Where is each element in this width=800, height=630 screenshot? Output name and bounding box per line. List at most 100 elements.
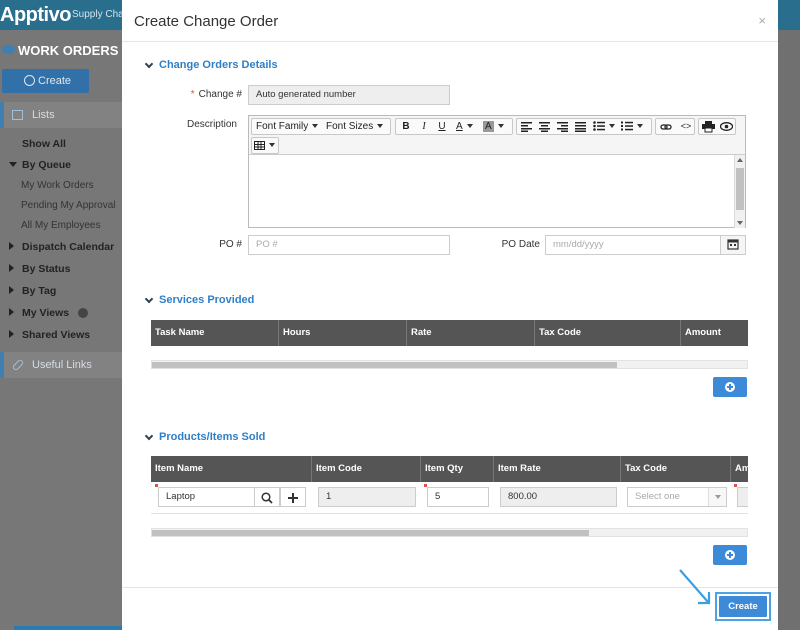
scrollbar-thumb[interactable] — [152, 362, 617, 368]
cloud-icon — [2, 45, 15, 54]
sidebar-item-my-work-orders[interactable]: My Work Orders — [21, 180, 94, 191]
chevron-right-icon — [9, 286, 14, 294]
amount-field[interactable] — [737, 487, 748, 507]
sidebar-item-shared-views[interactable]: Shared Views — [22, 329, 90, 341]
align-right-icon[interactable] — [557, 122, 569, 137]
calendar-button[interactable] — [720, 235, 746, 255]
view-group — [698, 118, 736, 135]
item-rate-field[interactable]: 800.00 — [500, 487, 617, 507]
bg-color-glyph: A — [483, 121, 494, 132]
sidebar-item-by-tag[interactable]: By Tag — [22, 285, 56, 297]
column-header[interactable]: Tax Code — [535, 320, 681, 346]
column-header[interactable]: Item Qty — [421, 456, 494, 482]
numbered-list-icon — [621, 121, 633, 131]
section-active-bar — [0, 352, 4, 378]
editor-scrollbar[interactable] — [734, 155, 745, 228]
bg-color-button[interactable]: A — [480, 119, 510, 134]
chevron-right-icon — [9, 242, 14, 250]
format-group: B I U A A — [395, 118, 513, 135]
align-justify-icon[interactable] — [575, 122, 587, 137]
select-toggle[interactable] — [708, 488, 726, 506]
caret-down-icon — [466, 124, 473, 129]
column-header[interactable]: Amount — [681, 320, 748, 346]
text-color-button[interactable]: A — [452, 119, 478, 134]
services-horizontal-scrollbar[interactable] — [151, 360, 748, 369]
sidebar-item-by-status[interactable]: By Status — [22, 263, 70, 275]
preview-eye-icon[interactable] — [720, 122, 733, 137]
sidebar-item-my-views[interactable]: My Views — [22, 307, 89, 319]
column-header[interactable]: Item Name — [151, 456, 312, 482]
column-header[interactable]: Am — [731, 456, 750, 482]
insert-group: <> — [655, 118, 695, 135]
sidebar-section-useful-links[interactable]: Useful Links — [0, 352, 122, 378]
change-number-label-text: Change # — [198, 89, 242, 100]
create-button[interactable]: Create — [719, 596, 767, 617]
scrollbar-thumb[interactable] — [736, 168, 744, 210]
item-name-input[interactable]: Laptop — [158, 487, 255, 507]
scroll-down-icon[interactable] — [737, 221, 743, 225]
link-icon[interactable] — [660, 122, 672, 137]
print-icon[interactable] — [702, 121, 715, 136]
sidebar-item-show-all[interactable]: Show All — [22, 138, 66, 150]
calendar-icon — [727, 239, 739, 250]
section-services-provided[interactable]: Services Provided — [144, 294, 254, 306]
app-logo: Apptivo — [0, 4, 71, 26]
products-table-header: Item Name Item Code Item Qty Item Rate T… — [151, 456, 750, 482]
align-center-icon[interactable] — [539, 122, 551, 137]
column-header[interactable]: Item Code — [312, 456, 421, 482]
description-editor[interactable]: Font Family Font Sizes B I U A A <> — [248, 115, 746, 228]
column-header[interactable]: Hours — [279, 320, 407, 346]
change-number-field[interactable]: Auto generated number — [248, 85, 450, 105]
top-nav-tab[interactable]: Supply Cha — [72, 9, 124, 20]
font-size-select[interactable]: Font Sizes — [326, 119, 392, 134]
table-insert-button[interactable] — [254, 138, 278, 153]
chevron-right-icon — [9, 264, 14, 272]
tax-code-select[interactable]: Select one — [627, 487, 727, 507]
bold-button[interactable]: B — [398, 119, 414, 134]
add-item-button[interactable] — [280, 487, 306, 507]
section-change-orders-details[interactable]: Change Orders Details — [144, 59, 278, 71]
search-item-button[interactable] — [254, 487, 280, 507]
add-service-button[interactable] — [713, 377, 747, 397]
po-number-input[interactable]: PO # — [248, 235, 450, 255]
sidebar-create-button[interactable]: Create — [2, 69, 89, 93]
sidebar-item-by-queue[interactable]: By Queue — [22, 159, 71, 171]
sidebar-section-lists[interactable]: Lists — [0, 102, 122, 128]
chevron-down-icon — [9, 162, 17, 167]
sidebar-item-pending-my-approval[interactable]: Pending My Approval — [21, 200, 116, 211]
plus-circle-icon — [24, 75, 35, 86]
create-button-highlight: Create — [715, 592, 771, 621]
sidebar-item-dispatch-calendar[interactable]: Dispatch Calendar — [22, 241, 114, 253]
caret-down-icon — [609, 124, 615, 129]
column-header[interactable]: Rate — [407, 320, 535, 346]
align-left-icon[interactable] — [521, 122, 533, 137]
bullet-list-button[interactable] — [593, 119, 619, 134]
add-view-icon[interactable] — [78, 308, 89, 319]
scrollbar-thumb[interactable] — [152, 530, 589, 536]
source-code-button[interactable]: <> — [678, 119, 694, 134]
products-horizontal-scrollbar[interactable] — [151, 528, 748, 537]
text-color-glyph: A — [456, 121, 463, 132]
italic-button[interactable]: I — [416, 119, 432, 134]
scroll-up-icon[interactable] — [737, 158, 743, 162]
close-icon[interactable]: × — [758, 13, 766, 28]
section-products-items-sold[interactable]: Products/Items Sold — [144, 431, 265, 443]
po-date-input[interactable]: mm/dd/yyyy — [545, 235, 721, 255]
caret-down-icon — [715, 495, 721, 499]
chevron-down-icon — [144, 294, 154, 304]
sidebar-item-all-my-employees[interactable]: All My Employees — [21, 220, 100, 231]
item-qty-input[interactable]: 5 — [427, 487, 489, 507]
column-header[interactable]: Item Rate — [494, 456, 621, 482]
caret-down-icon — [312, 124, 319, 129]
add-product-button[interactable] — [713, 545, 747, 565]
numbered-list-button[interactable] — [621, 119, 649, 134]
caret-down-icon — [637, 124, 643, 129]
plus-circle-icon — [725, 382, 735, 392]
underline-button[interactable]: U — [434, 119, 450, 134]
column-header[interactable]: Tax Code — [621, 456, 731, 482]
font-family-select[interactable]: Font Family — [256, 119, 326, 134]
column-header[interactable]: Task Name — [151, 320, 279, 346]
bullet-list-icon — [593, 121, 605, 132]
create-change-order-modal: Create Change Order × Change Orders Deta… — [122, 0, 778, 630]
item-code-field[interactable]: 1 — [318, 487, 416, 507]
